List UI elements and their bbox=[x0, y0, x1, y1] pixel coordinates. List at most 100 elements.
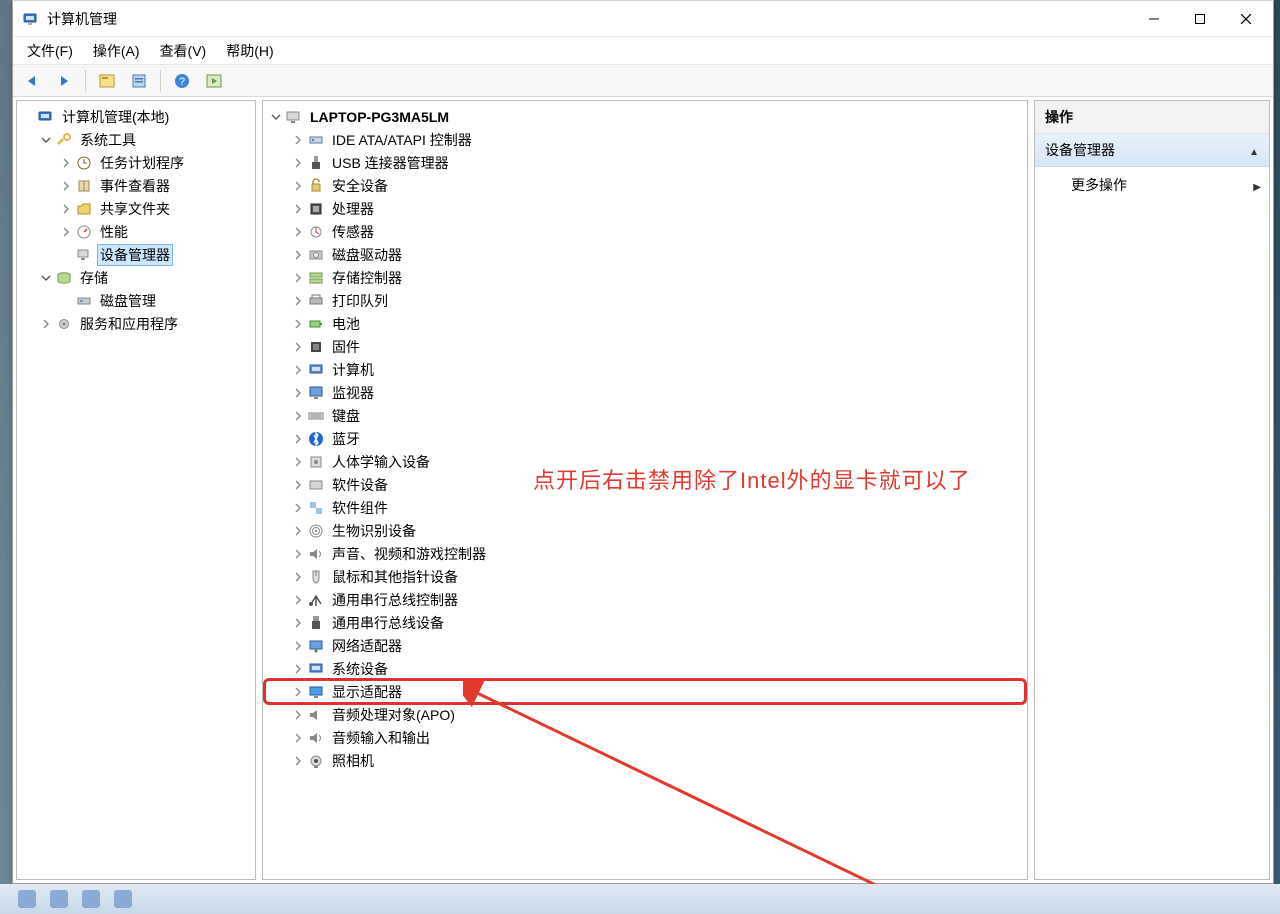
device-category-computer[interactable]: 计算机 bbox=[265, 358, 1025, 381]
maximize-button[interactable] bbox=[1177, 4, 1223, 34]
chevron-down-icon[interactable] bbox=[39, 133, 53, 147]
taskbar-icon[interactable] bbox=[18, 890, 36, 908]
chevron-right-icon[interactable] bbox=[291, 547, 305, 561]
device-category-display[interactable]: 显示适配器 bbox=[265, 680, 1025, 703]
device-category-usb-connector[interactable]: USB 连接器管理器 bbox=[265, 151, 1025, 174]
chevron-right-icon[interactable] bbox=[291, 455, 305, 469]
tree-performance[interactable]: 性能 bbox=[19, 220, 253, 243]
chevron-right-icon[interactable] bbox=[291, 248, 305, 262]
device-category-audio-io[interactable]: 音频输入和输出 bbox=[265, 726, 1025, 749]
tree-task-scheduler[interactable]: 任务计划程序 bbox=[19, 151, 253, 174]
device-category-keyboard[interactable]: 键盘 bbox=[265, 404, 1025, 427]
device-root[interactable]: LAPTOP-PG3MA5LM bbox=[265, 105, 1025, 128]
titlebar[interactable]: 计算机管理 bbox=[13, 1, 1273, 37]
tree-event-viewer[interactable]: 事件查看器 bbox=[19, 174, 253, 197]
chevron-right-icon[interactable] bbox=[291, 179, 305, 193]
device-category-sound[interactable]: 声音、视频和游戏控制器 bbox=[265, 542, 1025, 565]
chevron-right-icon[interactable] bbox=[291, 271, 305, 285]
tree-storage[interactable]: 存储 bbox=[19, 266, 253, 289]
chevron-right-icon[interactable] bbox=[291, 133, 305, 147]
device-category-mouse[interactable]: 鼠标和其他指针设备 bbox=[265, 565, 1025, 588]
toolbar-action-pane-button[interactable] bbox=[201, 70, 227, 92]
computer-icon bbox=[307, 361, 325, 379]
taskbar[interactable] bbox=[0, 884, 1280, 914]
toolbar-help-button[interactable]: ? bbox=[169, 70, 195, 92]
chevron-down-icon[interactable] bbox=[39, 271, 53, 285]
menu-action[interactable]: 操作(A) bbox=[83, 37, 150, 65]
taskbar-icon[interactable] bbox=[114, 890, 132, 908]
device-category-monitor[interactable]: 监视器 bbox=[265, 381, 1025, 404]
device-category-camera[interactable]: 照相机 bbox=[265, 749, 1025, 772]
chevron-right-icon[interactable] bbox=[59, 156, 73, 170]
device-category-usb-device[interactable]: 通用串行总线设备 bbox=[265, 611, 1025, 634]
chevron-right-icon[interactable] bbox=[291, 593, 305, 607]
chevron-right-icon bbox=[1253, 177, 1261, 193]
device-category-biometric[interactable]: 生物识别设备 bbox=[265, 519, 1025, 542]
actions-main-item[interactable]: 设备管理器 bbox=[1035, 134, 1269, 167]
chevron-right-icon[interactable] bbox=[291, 432, 305, 446]
chevron-right-icon[interactable] bbox=[59, 225, 73, 239]
tree-system-tools[interactable]: 系统工具 bbox=[19, 128, 253, 151]
device-category-bluetooth[interactable]: 蓝牙 bbox=[265, 427, 1025, 450]
tree-device-manager[interactable]: 设备管理器 bbox=[19, 243, 253, 266]
device-category-ide[interactable]: IDE ATA/ATAPI 控制器 bbox=[265, 128, 1025, 151]
close-button[interactable] bbox=[1223, 4, 1269, 34]
chevron-right-icon[interactable] bbox=[291, 685, 305, 699]
chevron-right-icon[interactable] bbox=[291, 731, 305, 745]
tree-disk-management[interactable]: 磁盘管理 bbox=[19, 289, 253, 312]
device-category-usb-bus[interactable]: 通用串行总线控制器 bbox=[265, 588, 1025, 611]
device-category-security[interactable]: 安全设备 bbox=[265, 174, 1025, 197]
actions-main-label: 设备管理器 bbox=[1045, 140, 1115, 160]
chevron-right-icon[interactable] bbox=[291, 156, 305, 170]
actions-more-actions[interactable]: 更多操作 bbox=[1035, 167, 1269, 203]
chevron-right-icon[interactable] bbox=[291, 708, 305, 722]
chevron-right-icon[interactable] bbox=[291, 478, 305, 492]
taskbar-icon[interactable] bbox=[82, 890, 100, 908]
taskbar-icon[interactable] bbox=[50, 890, 68, 908]
tree-services-apps[interactable]: 服务和应用程序 bbox=[19, 312, 253, 335]
device-category-apo[interactable]: 音频处理对象(APO) bbox=[265, 703, 1025, 726]
device-category-battery[interactable]: 电池 bbox=[265, 312, 1025, 335]
console-tree[interactable]: 计算机管理(本地) bbox=[17, 101, 255, 879]
device-category-storage-ctrl[interactable]: 存储控制器 bbox=[265, 266, 1025, 289]
device-category-network[interactable]: 网络适配器 bbox=[265, 634, 1025, 657]
chevron-right-icon[interactable] bbox=[291, 662, 305, 676]
chevron-right-icon[interactable] bbox=[291, 202, 305, 216]
device-category-label: 音频输入和输出 bbox=[329, 727, 433, 749]
chevron-right-icon[interactable] bbox=[291, 639, 305, 653]
chevron-right-icon[interactable] bbox=[291, 754, 305, 768]
menu-view[interactable]: 查看(V) bbox=[150, 37, 217, 65]
device-category-system[interactable]: 系统设备 bbox=[265, 657, 1025, 680]
chevron-right-icon[interactable] bbox=[291, 363, 305, 377]
menu-file[interactable]: 文件(F) bbox=[17, 37, 83, 65]
chevron-right-icon[interactable] bbox=[291, 409, 305, 423]
toolbar-properties-button[interactable] bbox=[126, 70, 152, 92]
minimize-button[interactable] bbox=[1131, 4, 1177, 34]
tree-shared-folders[interactable]: 共享文件夹 bbox=[19, 197, 253, 220]
chevron-right-icon[interactable] bbox=[291, 501, 305, 515]
chevron-right-icon[interactable] bbox=[291, 294, 305, 308]
chevron-right-icon[interactable] bbox=[291, 386, 305, 400]
chevron-right-icon[interactable] bbox=[291, 524, 305, 538]
chevron-right-icon[interactable] bbox=[59, 202, 73, 216]
toolbar-show-hide-tree-button[interactable] bbox=[94, 70, 120, 92]
chevron-down-icon[interactable] bbox=[269, 110, 283, 124]
chevron-right-icon[interactable] bbox=[291, 616, 305, 630]
usb-connector-icon bbox=[307, 154, 325, 172]
device-category-software-component[interactable]: 软件组件 bbox=[265, 496, 1025, 519]
chevron-right-icon[interactable] bbox=[59, 179, 73, 193]
device-category-cpu[interactable]: 处理器 bbox=[265, 197, 1025, 220]
tree-root-computer-management[interactable]: 计算机管理(本地) bbox=[19, 105, 253, 128]
device-category-sensor[interactable]: 传感器 bbox=[265, 220, 1025, 243]
chevron-right-icon[interactable] bbox=[291, 225, 305, 239]
nav-back-button[interactable] bbox=[19, 70, 45, 92]
chevron-right-icon[interactable] bbox=[291, 317, 305, 331]
device-category-firmware[interactable]: 固件 bbox=[265, 335, 1025, 358]
chevron-right-icon[interactable] bbox=[291, 570, 305, 584]
nav-forward-button[interactable] bbox=[51, 70, 77, 92]
chevron-right-icon[interactable] bbox=[39, 317, 53, 331]
device-category-disk[interactable]: 磁盘驱动器 bbox=[265, 243, 1025, 266]
menu-help[interactable]: 帮助(H) bbox=[216, 37, 283, 65]
chevron-right-icon[interactable] bbox=[291, 340, 305, 354]
device-category-print-queue[interactable]: 打印队列 bbox=[265, 289, 1025, 312]
